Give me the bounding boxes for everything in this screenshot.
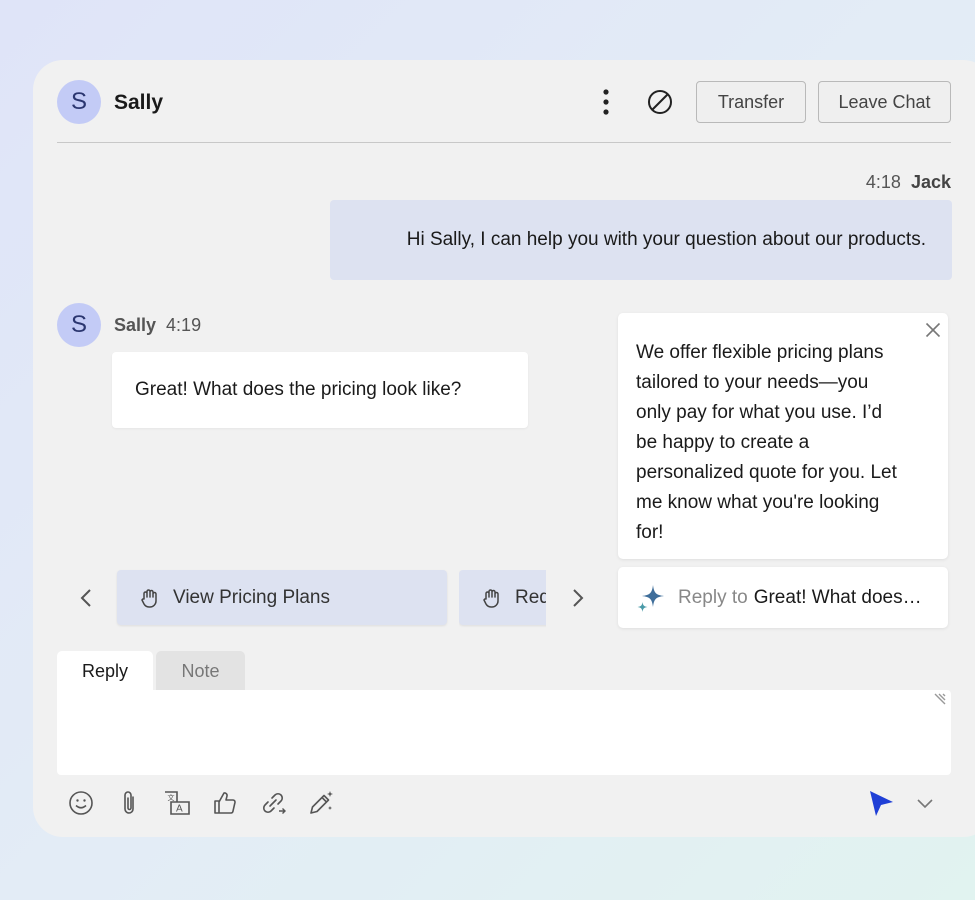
contact-avatar: S bbox=[57, 80, 101, 124]
avatar-initial: S bbox=[70, 88, 87, 115]
suggested-reply-text: We offer flexible pricing plans tailored… bbox=[636, 342, 897, 543]
tab-note[interactable]: Note bbox=[156, 651, 245, 691]
attachment-icon[interactable] bbox=[114, 788, 144, 818]
avatar-initial: S bbox=[70, 311, 87, 338]
reply-to-label: Reply to bbox=[678, 586, 748, 608]
send-icon[interactable] bbox=[864, 786, 898, 820]
message-meta: 4:18 Jack bbox=[780, 172, 951, 193]
translate-icon[interactable]: 文A bbox=[162, 788, 192, 818]
message-meta: Sally 4:19 bbox=[114, 315, 201, 336]
emoji-icon[interactable] bbox=[66, 788, 96, 818]
message-time: 4:18 bbox=[865, 172, 901, 192]
sparkle-icon bbox=[636, 583, 666, 613]
quick-action-view-pricing[interactable]: View Pricing Plans bbox=[117, 570, 447, 625]
ai-pen-icon[interactable] bbox=[306, 788, 336, 818]
hand-icon bbox=[481, 587, 503, 609]
resize-handle-icon[interactable] bbox=[933, 692, 947, 706]
contact-name: Sally bbox=[114, 91, 164, 114]
reply-to-target: Great! What does… bbox=[753, 586, 922, 608]
carousel-next-icon[interactable] bbox=[564, 584, 592, 612]
chevron-down-icon[interactable] bbox=[912, 792, 938, 814]
quick-action-request[interactable]: Req bbox=[459, 570, 546, 625]
link-icon[interactable] bbox=[258, 788, 288, 818]
transfer-button[interactable]: Transfer bbox=[696, 81, 806, 123]
outgoing-message-bubble: Hi Sally, I can help you with your quest… bbox=[330, 200, 952, 280]
thumbs-up-icon[interactable] bbox=[210, 788, 240, 818]
header-divider bbox=[57, 142, 951, 143]
leave-chat-button[interactable]: Leave Chat bbox=[818, 81, 951, 123]
svg-text:文: 文 bbox=[168, 793, 175, 802]
incoming-message-bubble: Great! What does the pricing look like? bbox=[112, 352, 528, 428]
hand-icon bbox=[139, 587, 161, 609]
sender-avatar: S bbox=[57, 303, 101, 347]
tab-reply[interactable]: Reply bbox=[57, 651, 153, 691]
message-sender: Jack bbox=[910, 172, 951, 192]
reply-input[interactable] bbox=[57, 690, 951, 775]
suggested-reply-card[interactable]: We offer flexible pricing plans tailored… bbox=[618, 313, 948, 559]
carousel-prev-icon[interactable] bbox=[72, 584, 100, 612]
message-time: 4:19 bbox=[166, 315, 202, 335]
reply-to-card[interactable]: Reply to Great! What does… bbox=[618, 567, 948, 628]
quick-action-label: View Pricing Plans bbox=[173, 586, 331, 608]
carousel-clip: Req bbox=[459, 570, 546, 628]
message-text: Great! What does the pricing look like? bbox=[135, 379, 462, 400]
quick-action-label: Req bbox=[515, 586, 546, 608]
more-options-icon[interactable] bbox=[594, 86, 618, 118]
message-text: Hi Sally, I can help you with your quest… bbox=[406, 229, 926, 250]
svg-text:A: A bbox=[176, 804, 183, 815]
block-icon[interactable] bbox=[644, 86, 676, 118]
message-sender: Sally bbox=[114, 315, 157, 335]
